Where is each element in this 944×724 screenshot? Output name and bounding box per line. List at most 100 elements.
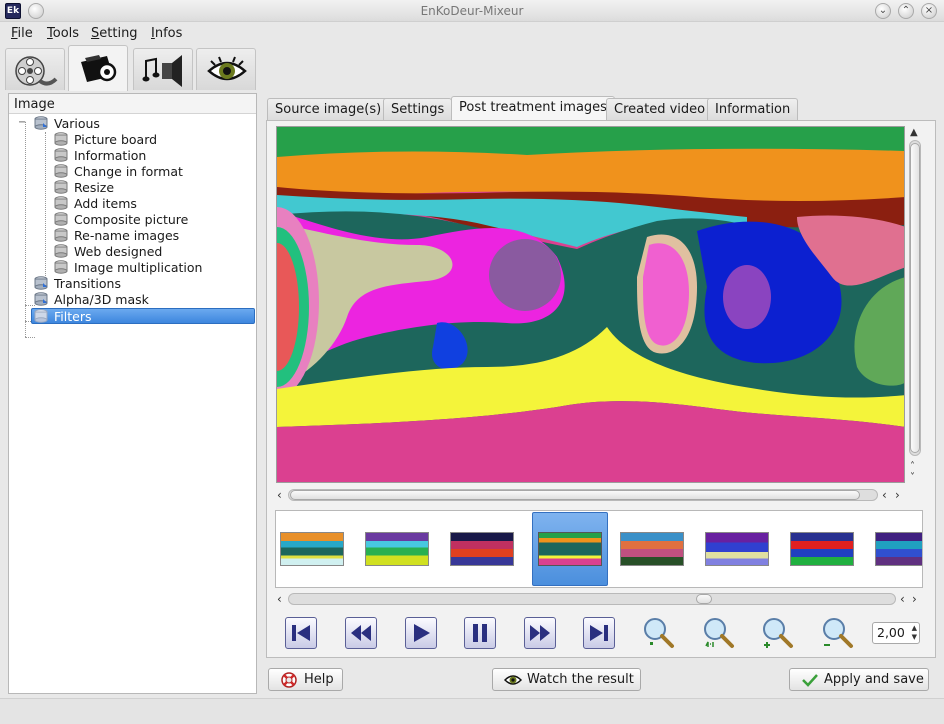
title-bar: Ek EnKoDeur-Mixeur ⌄ ⌃ × xyxy=(0,0,944,22)
fast-forward-icon xyxy=(530,625,550,641)
zoom-fit-icon xyxy=(644,618,674,648)
play-button[interactable] xyxy=(405,617,437,649)
rewind-icon xyxy=(351,625,371,641)
camera-icon xyxy=(81,55,117,82)
zoom-out-button[interactable] xyxy=(820,616,854,650)
mode-tab-audio[interactable] xyxy=(133,48,193,90)
scroll-right-arrow-icon[interactable]: › xyxy=(895,489,900,501)
thumbnail-item[interactable] xyxy=(450,532,514,566)
film-reel-icon xyxy=(15,56,58,86)
eye-icon xyxy=(504,675,522,685)
tab-post-treatment-images[interactable]: Post treatment images xyxy=(451,96,615,121)
scroll-thumb[interactable] xyxy=(910,143,920,453)
database-icon xyxy=(54,212,68,226)
thumbnail-item[interactable] xyxy=(620,532,684,566)
tab-settings[interactable]: Settings xyxy=(383,98,453,120)
tree-item-filters[interactable]: Filters xyxy=(31,308,255,324)
thumbnail-item-selected[interactable] xyxy=(532,512,608,586)
tab-source-images[interactable]: Source image(s) xyxy=(267,98,390,120)
watch-result-button[interactable]: Watch the result xyxy=(492,668,641,691)
skip-first-icon xyxy=(292,625,310,641)
tree-item-web-designed[interactable]: Web designed xyxy=(54,244,162,260)
collapse-various-toggle[interactable]: − xyxy=(18,118,26,128)
tree-item-alpha-mask[interactable]: Alpha/3D mask xyxy=(34,292,149,308)
lifebuoy-icon xyxy=(281,672,297,688)
tree-item-label: Filters xyxy=(54,309,92,324)
thumbnail-item[interactable] xyxy=(365,532,429,566)
menu-infos[interactable]: Infos xyxy=(151,26,182,41)
tree-item-change-format[interactable]: Change in format xyxy=(54,164,183,180)
zoom-in-button[interactable] xyxy=(760,616,794,650)
scroll-left-arrow-icon[interactable]: ‹ xyxy=(277,489,282,501)
tab-information[interactable]: Information xyxy=(707,98,799,120)
spin-arrows-icon[interactable]: ▲ ▼ xyxy=(912,624,917,642)
help-button-label: Help xyxy=(304,672,334,687)
apply-and-save-button[interactable]: Apply and save xyxy=(789,668,929,691)
tree-item-composite-picture[interactable]: Composite picture xyxy=(54,212,188,228)
tree-item-label: Resize xyxy=(74,180,115,195)
mode-tab-video[interactable] xyxy=(5,48,65,90)
last-frame-button[interactable] xyxy=(583,617,615,649)
tree-item-transitions[interactable]: Transitions xyxy=(34,276,121,292)
zoom-fit-button[interactable] xyxy=(641,616,675,650)
menu-file[interactable]: File xyxy=(11,26,33,41)
minimize-button[interactable]: ⌄ xyxy=(875,3,891,19)
database-icon xyxy=(54,244,68,258)
speaker-music-icon xyxy=(142,55,182,87)
scroll-left-arrow-icon[interactable]: ‹ xyxy=(277,593,282,605)
database-icon xyxy=(54,164,68,178)
scroll-left-arrow-icon[interactable]: ‹ xyxy=(900,593,905,605)
maximize-button[interactable]: ⌃ xyxy=(898,3,914,19)
thumbnail-item[interactable] xyxy=(790,532,854,566)
tree-item-label: Composite picture xyxy=(74,212,189,227)
tree-item-label: Picture board xyxy=(74,132,158,147)
tree-item-picture-board[interactable]: Picture board xyxy=(54,132,157,148)
close-button[interactable]: × xyxy=(921,3,937,19)
panel-header: Image xyxy=(9,94,256,114)
scroll-up-arrow-icon[interactable]: ▲ xyxy=(910,128,918,138)
tree-item-information[interactable]: Information xyxy=(54,148,146,164)
tree-item-label: Image multiplication xyxy=(74,260,203,275)
database-icon xyxy=(34,116,48,130)
scroll-thumb[interactable] xyxy=(696,594,712,604)
menu-setting[interactable]: Setting xyxy=(91,26,138,41)
tree-item-various[interactable]: Various xyxy=(34,116,100,132)
rewind-button[interactable] xyxy=(345,617,377,649)
tree-item-rename-images[interactable]: Re-name images xyxy=(54,228,179,244)
status-bar xyxy=(0,698,944,724)
scroll-track[interactable] xyxy=(288,593,896,605)
thumbnail-item[interactable] xyxy=(705,532,769,566)
database-icon xyxy=(54,260,68,274)
tree-item-image-multiplication[interactable]: Image multiplication xyxy=(54,260,202,276)
thumbnail-image xyxy=(538,532,602,566)
preview-vertical-scrollbar[interactable]: ▲ ˄ ˅ xyxy=(907,126,923,484)
image-preview xyxy=(276,126,905,483)
first-frame-button[interactable] xyxy=(285,617,317,649)
zoom-in-icon xyxy=(763,618,793,648)
thumbnail-item[interactable] xyxy=(280,532,344,566)
preview-horizontal-scrollbar[interactable]: ‹ ‹ › xyxy=(276,488,906,502)
scroll-down-arrow-icon[interactable]: ˅ xyxy=(910,473,915,483)
thumbnail-item[interactable] xyxy=(875,532,922,566)
scroll-left-arrow-icon[interactable]: ‹ xyxy=(882,489,887,501)
help-button[interactable]: Help xyxy=(268,668,343,691)
zoom-actual-size-button[interactable] xyxy=(701,616,735,650)
scroll-up-arrow-icon[interactable]: ˄ xyxy=(910,462,915,472)
scroll-thumb[interactable] xyxy=(290,490,860,500)
database-icon xyxy=(54,148,68,162)
mode-tab-view[interactable] xyxy=(196,48,256,90)
pause-button[interactable] xyxy=(464,617,496,649)
play-icon xyxy=(414,624,430,642)
zoom-spinbox[interactable]: 2,00 ▲ ▼ xyxy=(872,622,920,644)
fast-forward-button[interactable] xyxy=(524,617,556,649)
thumbnail-strip[interactable] xyxy=(275,510,923,588)
tab-created-video[interactable]: Created video xyxy=(606,98,714,120)
mode-tab-image[interactable] xyxy=(68,45,128,91)
tree-item-label: Change in format xyxy=(74,164,183,179)
tree-item-add-items[interactable]: Add items xyxy=(54,196,137,212)
database-icon xyxy=(34,276,48,290)
scroll-right-arrow-icon[interactable]: › xyxy=(912,593,917,605)
tree-item-resize[interactable]: Resize xyxy=(54,180,114,196)
thumbnail-scrollbar[interactable]: ‹ ‹ › xyxy=(276,592,922,606)
menu-tools[interactable]: Tools xyxy=(47,26,79,41)
